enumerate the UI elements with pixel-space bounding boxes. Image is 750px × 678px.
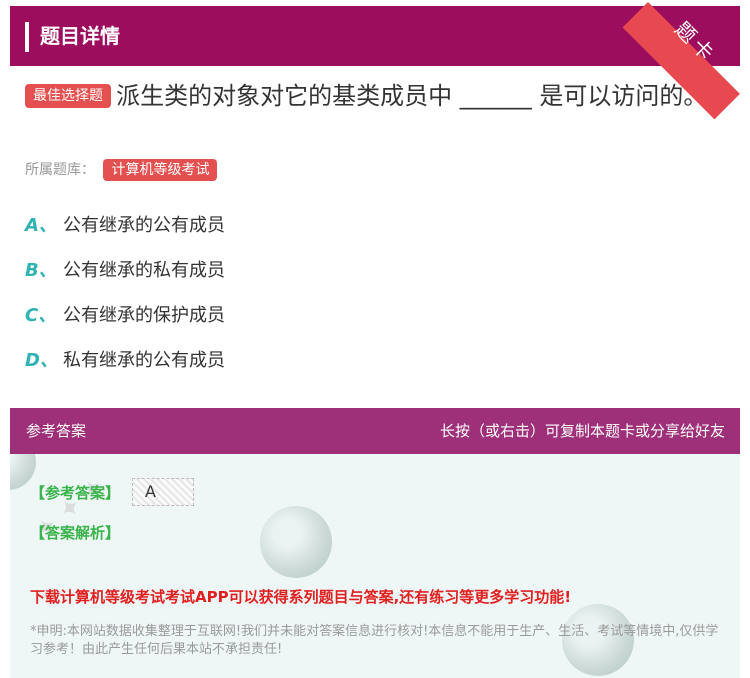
app-promo-text[interactable]: 下载计算机等级考试考试APP可以获得系列题目与答案,还有练习等更多学习功能! [30, 586, 571, 607]
option-text: 公有继承的公有成员 [63, 215, 225, 236]
option-letter: C、 [25, 305, 57, 326]
option-text: 私有继承的公有成员 [63, 350, 225, 371]
title-accent-bar [25, 22, 29, 52]
option-a[interactable]: A、 公有继承的公有成员 [25, 211, 225, 241]
answer-label: 【参考答案】 [30, 484, 121, 502]
option-d[interactable]: D、 私有继承的公有成员 [25, 346, 225, 376]
question-text: 派生类的对象对它的基类成员中 ______ 是可以访问的。 [116, 82, 708, 110]
answer-body: ✦ ✦ ✦ 【参考答案】 A 【答案解析】 下载计算机等级考试考试APP可以获得… [10, 454, 740, 678]
option-letter: B、 [25, 260, 57, 281]
question-type-badge: 最佳选择题 [25, 84, 111, 108]
answer-value: A [132, 478, 194, 506]
question-bank-tag[interactable]: 计算机等级考试 [103, 159, 218, 181]
watermark-logo-icon [260, 506, 332, 578]
answer-section-title: 参考答案 [26, 422, 87, 440]
question-bank-row: 所属题库： 计算机等级考试 [25, 158, 218, 182]
option-letter: D、 [25, 350, 58, 371]
share-hint: 长按（或右击）可复制本题卡或分享给好友 [439, 422, 725, 440]
option-c[interactable]: C、 公有继承的保护成员 [25, 301, 225, 331]
page-title: 题目详情 [40, 24, 120, 48]
option-text: 公有继承的保护成员 [63, 305, 225, 326]
option-letter: A、 [25, 215, 57, 236]
disclaimer-text: *申明:本网站数据收集整理于互联网!我们并未能对答案信息进行核对!本信息不能用于… [30, 624, 719, 657]
option-b[interactable]: B、 公有继承的私有成员 [25, 256, 225, 286]
question-bank-label: 所属题库： [25, 162, 95, 178]
analysis-label: 【答案解析】 [30, 524, 121, 542]
option-text: 公有继承的私有成员 [63, 260, 225, 281]
answer-header: 参考答案 长按（或右击）可复制本题卡或分享给好友 [10, 408, 740, 454]
question-block: 最佳选择题 派生类的对象对它的基类成员中 ______ 是可以访问的。 [25, 78, 725, 114]
